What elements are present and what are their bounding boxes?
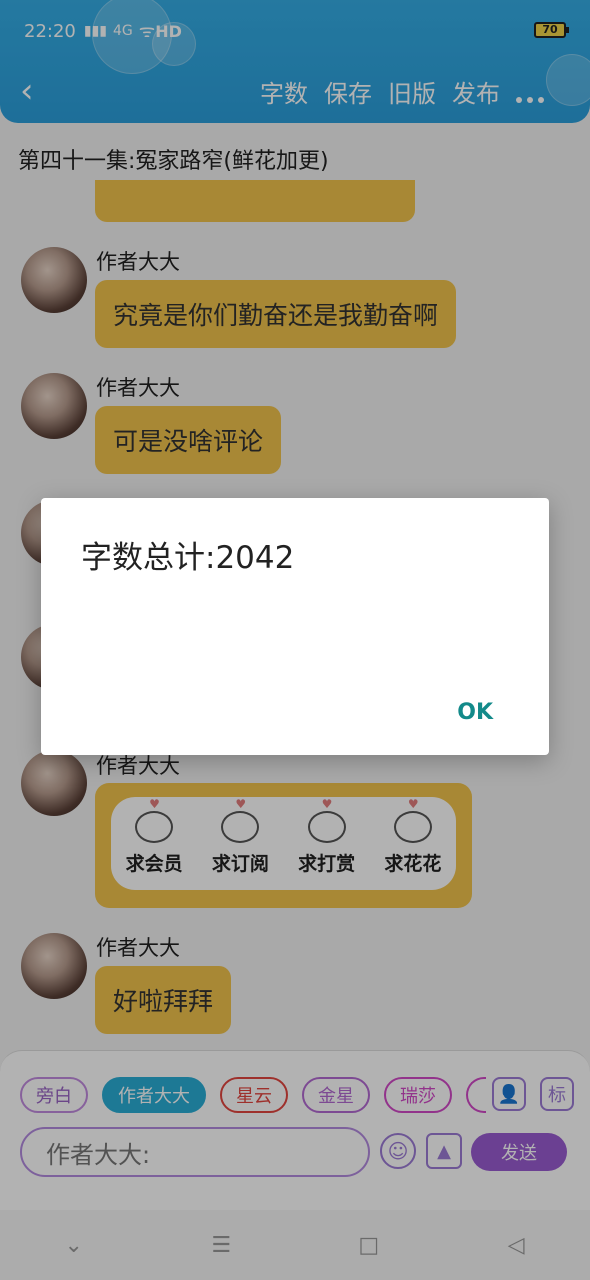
word-count-dialog: 字数总计:2042 OK [41,498,549,755]
ok-button[interactable]: OK [457,700,493,725]
dialog-title: 字数总计:2042 [81,540,295,576]
